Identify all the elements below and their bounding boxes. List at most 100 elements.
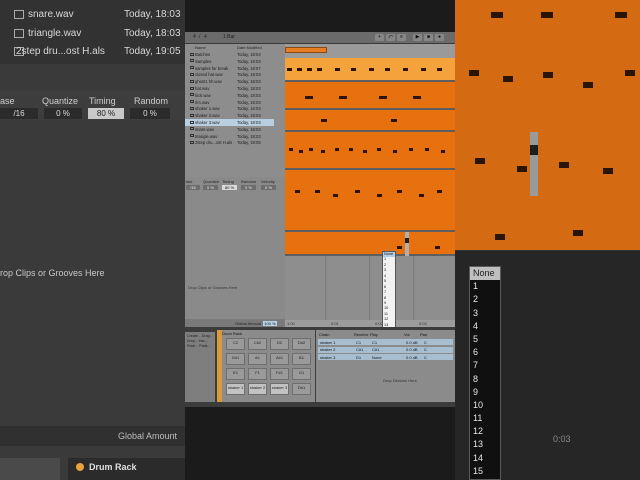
browser-row[interactable]: snare.wav Today, 18:03: [185, 126, 274, 133]
menu-item[interactable]: 9: [470, 386, 500, 399]
menu-item[interactable]: 10: [470, 399, 500, 412]
drum-pad[interactable]: D#1: [292, 383, 311, 395]
menu-item[interactable]: 6: [470, 346, 500, 359]
chain-volume[interactable]: 0.0 dB: [406, 355, 418, 360]
chain-row[interactable]: shaker 2 C#1 C#1 0.0 dB C: [318, 346, 453, 353]
meter-numerator[interactable]: 4: [193, 34, 196, 41]
clip-track-1[interactable]: [285, 58, 455, 82]
drum-pad[interactable]: D2: [270, 338, 289, 350]
browser-row[interactable]: samples for break Today, 18:07: [185, 65, 274, 72]
browser-row[interactable]: shaker 3.wav Today, 18:03: [185, 119, 274, 126]
browser-row[interactable]: hat.wav Today, 18:03: [185, 85, 274, 92]
drum-rack-header[interactable]: Drum Rack: [68, 458, 185, 480]
menu-item[interactable]: 5: [470, 333, 500, 346]
menu-item[interactable]: 7: [470, 359, 500, 372]
menu-item[interactable]: 13: [470, 438, 500, 451]
device-power-icon[interactable]: [76, 463, 84, 471]
clip-track-2[interactable]: [285, 82, 455, 110]
menu-item[interactable]: 4: [470, 320, 500, 333]
receive-note[interactable]: D1: [356, 355, 361, 360]
drum-pad[interactable]: F#1: [270, 368, 289, 380]
browser-row[interactable]: Samples Today, 18:03: [185, 58, 274, 65]
random-field[interactable]: 0 %: [130, 108, 170, 119]
quantize-field[interactable]: 0 %: [44, 108, 82, 119]
timing-field[interactable]: 80 %: [222, 185, 237, 190]
timeline-ruler[interactable]: [285, 44, 455, 58]
quantize-field[interactable]: 0 %: [203, 185, 218, 190]
bottom-ruler[interactable]: 1:00 0:01 0:02 0:03: [285, 320, 455, 327]
chain-pan[interactable]: C: [424, 355, 427, 360]
play-note[interactable]: C1: [372, 340, 377, 345]
clip-track-3[interactable]: [285, 110, 455, 132]
velocity-field[interactable]: 0 %: [261, 185, 276, 190]
browser-row[interactable]: triangle.wav Today, 18:03: [185, 133, 274, 140]
browser-row[interactable]: 2step dru...ost H.als Today, 19:05: [185, 139, 274, 146]
rack-side-strip[interactable]: [217, 330, 222, 402]
browser-row[interactable]: shaker 1.wav Today, 18:03: [185, 105, 274, 112]
drum-pad[interactable]: C#2: [248, 338, 267, 350]
loop-brace[interactable]: [285, 47, 327, 53]
menu-item[interactable]: 8: [470, 373, 500, 386]
browser-row[interactable]: kick.wav Today, 18:03: [185, 92, 274, 99]
playhead-marker[interactable]: [405, 232, 409, 258]
drum-pad[interactable]: A#1: [270, 353, 289, 365]
list-item[interactable]: snare.wav Today, 18:03: [0, 6, 185, 23]
record-button[interactable]: ●: [435, 34, 444, 41]
drum-pad[interactable]: F1: [248, 368, 267, 380]
chain-pan[interactable]: C: [424, 347, 427, 352]
chain-row[interactable]: shaker 3 D1 None 0.0 dB C: [318, 354, 453, 360]
menu-item[interactable]: 15: [470, 465, 500, 478]
quantize-menu[interactable]: 1 Bar: [223, 34, 235, 41]
menu-item[interactable]: 2: [470, 293, 500, 306]
menu-item[interactable]: 14: [470, 452, 500, 465]
chain-pan[interactable]: C: [424, 340, 427, 345]
browser-row[interactable]: Batches Today, 18:04: [185, 51, 274, 58]
loop-button[interactable]: ⤺: [386, 34, 395, 41]
menu-item[interactable]: 12: [470, 425, 500, 438]
drum-pad[interactable]: A1: [248, 353, 267, 365]
menu-item[interactable]: 1: [470, 280, 500, 293]
clip-track-5[interactable]: [285, 170, 455, 232]
browser-row[interactable]: ghost1 hh.wav Today, 18:03: [185, 78, 274, 85]
drum-pad[interactable]: D#2: [292, 338, 311, 350]
browser-row[interactable]: shaker 2.wav Today, 18:03: [185, 112, 274, 119]
browser-row[interactable]: rim.wav Today, 18:03: [185, 99, 274, 106]
add-button[interactable]: +: [375, 34, 384, 41]
list-item[interactable]: triangle.wav Today, 18:03: [0, 25, 185, 42]
empty-lane[interactable]: [285, 256, 455, 327]
receive-note[interactable]: C#1: [356, 347, 363, 352]
base-select[interactable]: /16: [0, 108, 38, 119]
drum-pad[interactable]: B1: [292, 353, 311, 365]
stop-button[interactable]: ■: [424, 34, 433, 41]
play-note[interactable]: None: [372, 355, 382, 360]
receive-note[interactable]: C1: [356, 340, 361, 345]
base-select[interactable]: /16: [186, 185, 200, 190]
drum-pad[interactable]: shaker 1: [226, 383, 245, 395]
browser-row[interactable]: closed hat.wav Today, 18:03: [185, 71, 274, 78]
menu-item[interactable]: 11: [470, 412, 500, 425]
col-name[interactable]: Name: [195, 45, 206, 50]
drum-pad[interactable]: G1: [292, 368, 311, 380]
meter-denominator[interactable]: 4: [204, 34, 207, 41]
drum-pad[interactable]: shaker 2: [248, 383, 267, 395]
zoomed-dropdown-menu[interactable]: None 1 2 3 4 5 6 7 8 9 10 11 12 13 14 15: [469, 266, 501, 480]
menu-item[interactable]: 3: [470, 307, 500, 320]
play-button[interactable]: ▶: [413, 34, 422, 41]
clip-track-4[interactable]: [285, 132, 455, 170]
menu-button[interactable]: ≡: [397, 34, 406, 41]
drum-pad[interactable]: G#1: [226, 353, 245, 365]
drum-pad[interactable]: C2: [226, 338, 245, 350]
list-item[interactable]: 2step dru...ost H.als Today, 19:05: [0, 43, 185, 60]
timing-field[interactable]: 80 %: [88, 108, 124, 119]
random-field[interactable]: 0 %: [241, 185, 256, 190]
global-amount-field[interactable]: 100 %: [263, 320, 277, 326]
drum-pad[interactable]: shaker 3: [270, 383, 289, 395]
menu-item[interactable]: None: [470, 267, 500, 281]
clip-track-6[interactable]: [285, 232, 455, 256]
play-note[interactable]: C#1: [372, 347, 379, 352]
chain-volume[interactable]: 0.0 dB: [406, 347, 418, 352]
chain-volume[interactable]: 0.0 dB: [406, 340, 418, 345]
chain-row[interactable]: shaker 1 C1 C1 0.0 dB C: [318, 339, 453, 345]
col-date[interactable]: Date Modified: [237, 45, 262, 50]
drum-pad[interactable]: E1: [226, 368, 245, 380]
